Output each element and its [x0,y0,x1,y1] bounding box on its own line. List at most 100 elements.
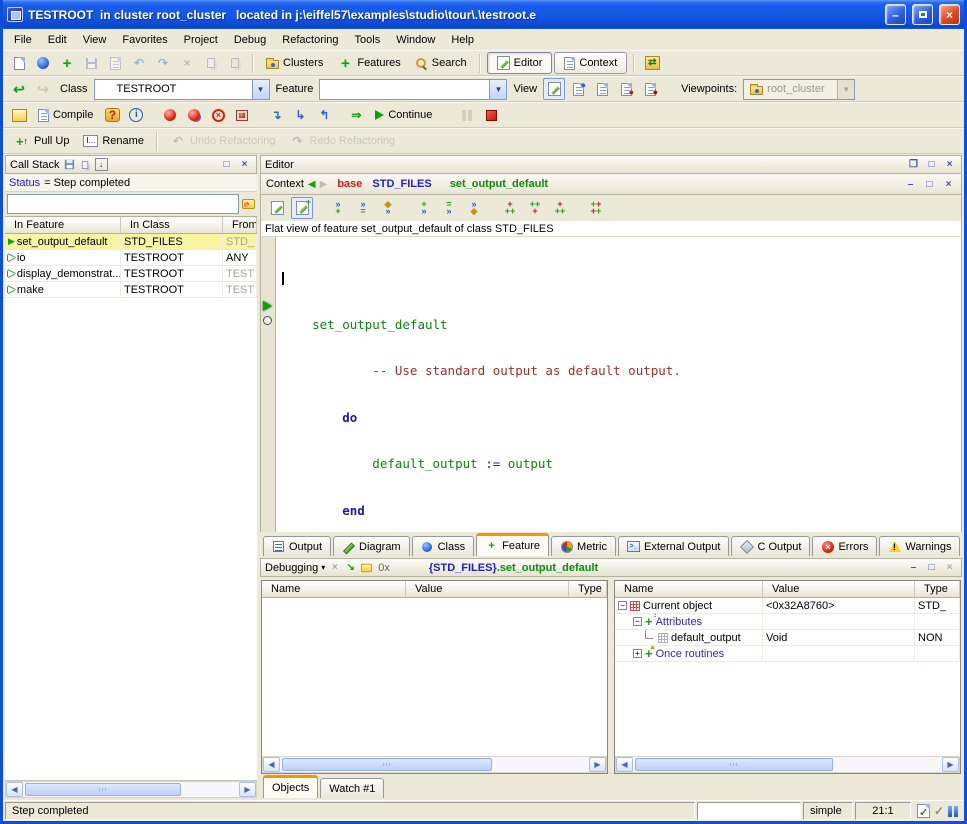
tab-class[interactable]: Class [412,536,475,556]
column-from[interactable]: From [223,217,257,233]
menu-refactoring[interactable]: Refactoring [274,31,346,49]
minimize-button[interactable]: – [885,4,906,25]
menu-tools[interactable]: Tools [347,31,389,49]
info-button[interactable]: i [125,104,147,126]
tab-diagram[interactable]: Diagram [333,536,410,556]
ancestors-view-button[interactable]: +++ [499,197,521,219]
call-stack-maximize-button[interactable]: □ [219,158,234,172]
new-expression-icon[interactable] [361,563,372,572]
breadcrumb-class[interactable]: STD_FILES [372,178,431,190]
forward-button[interactable]: ↪ [32,78,54,100]
suppliers-view-button[interactable]: ++++ [585,197,607,219]
rename-button[interactable]: I... Rename [77,132,149,150]
scroll-track[interactable] [23,782,239,797]
tab-watch-1[interactable]: Watch #1 [320,778,384,798]
objects-hscrollbar[interactable]: ◀ ▶ [615,756,960,773]
history-back-icon[interactable]: ◀ [308,179,316,190]
tab-metric[interactable]: Metric [551,536,616,556]
pause-button[interactable] [456,104,478,126]
scroll-right-icon[interactable]: ▶ [942,757,959,772]
discover-melt-button[interactable]: ? [101,104,123,126]
scroll-left-icon[interactable]: ◀ [616,757,633,772]
scroll-thumb[interactable] [25,783,181,796]
view-interface-button[interactable]: ● [639,78,661,100]
disable-breakpoints-button[interactable] [183,104,205,126]
debugging-minimize-button[interactable]: – [906,561,921,575]
class-combo-arrow-icon[interactable]: ▼ [252,80,269,99]
call-stack-filter-input[interactable] [7,194,239,214]
call-stack-row[interactable]: ▶io TESTROOT ANY [5,250,257,266]
scroll-left-icon[interactable]: ◀ [6,782,23,797]
menu-debug[interactable]: Debug [226,31,274,49]
tab-c-output[interactable]: C Output [731,536,810,556]
callers-view-button[interactable]: +» [413,197,435,219]
menu-project[interactable]: Project [176,31,226,49]
interface-view-button[interactable]: ◆» [377,197,399,219]
clients-view-button[interactable]: +++ [549,197,571,219]
view-contract-button[interactable]: ● [615,78,637,100]
menu-favorites[interactable]: Favorites [114,31,175,49]
breadcrumb-feature[interactable]: set_output_default [450,178,548,190]
column-in-feature[interactable]: In Feature [5,217,121,233]
feature-combo-arrow-icon[interactable]: ▼ [489,80,506,99]
object-tree-row[interactable]: −Current object <0x32A8760> STD_ [615,598,960,614]
enable-breakpoints-button[interactable] [159,104,181,126]
column-value[interactable]: Value [406,581,569,597]
save-all-button[interactable] [104,52,126,74]
new-button[interactable] [8,52,30,74]
stop-button[interactable] [480,104,502,126]
call-stack-hscrollbar[interactable]: ◀ ▶ [5,781,257,798]
hex-display-toggle[interactable]: 0x [378,562,390,574]
tab-feature[interactable]: +Feature [476,533,549,556]
step-into-button[interactable]: ↳ [289,104,311,126]
evaluate-expression-icon[interactable]: ↘ [344,561,357,574]
column-type[interactable]: Type [569,581,607,597]
column-name[interactable]: Name [615,581,763,597]
maximize-button[interactable] [912,4,933,25]
class-combo[interactable]: TESTROOT ▼ [94,79,270,100]
object-tree-row[interactable]: −+!Attributes [615,614,960,630]
show-breakpoints-button[interactable] [231,104,253,126]
back-button[interactable]: ↩ [8,78,30,100]
paste-button[interactable] [224,52,246,74]
undo-refactoring-button[interactable]: ↶ Undo Refactoring [164,130,282,152]
tab-objects[interactable]: Objects [263,775,318,798]
clusters-button[interactable]: Clusters [260,54,329,72]
clickable-view-button[interactable]: + [291,197,313,219]
object-tree-row[interactable]: ++▲Once routines [615,646,960,662]
step-out-button[interactable]: ↰ [313,104,335,126]
debugging-menu-dropdown-icon[interactable]: ▾ [321,563,325,572]
editor-toggle-button[interactable]: Editor [487,52,553,74]
save-call-stack-button[interactable] [63,158,76,171]
undo-button[interactable]: ↶ [128,52,150,74]
exception-bubble-icon[interactable] [242,199,255,209]
run-to-cursor-button[interactable]: ⇒ [345,104,367,126]
editor-close-button[interactable]: × [942,158,957,172]
stack-depth-button[interactable]: ↓ [95,158,108,171]
view-clickable-button[interactable]: ● [567,78,589,100]
scroll-left-icon[interactable]: ◀ [263,757,280,772]
breadcrumb-library[interactable]: base [337,178,362,190]
debugging-close-button[interactable]: × [942,561,957,575]
collapse-icon[interactable]: − [633,617,642,626]
add-button[interactable]: + [56,52,78,74]
copy-call-stack-button[interactable] [79,158,92,171]
column-name[interactable]: Name [262,581,406,597]
open-button[interactable] [32,52,54,74]
external-editor-button[interactable]: ⇄ [641,52,663,74]
tab-output[interactable]: Output [263,536,331,556]
menu-file[interactable]: File [6,31,40,49]
objects-body[interactable]: −Current object <0x32A8760> STD_ −+!Attr… [615,598,960,756]
debugging-maximize-button[interactable]: □ [924,561,939,575]
scroll-right-icon[interactable]: ▶ [589,757,606,772]
features-button[interactable]: + Features [331,52,406,74]
call-stack-row[interactable]: ▶display_demonstrat... TESTROOT TEST [5,266,257,282]
basic-text-view-button[interactable] [266,197,288,219]
assigners-view-button[interactable]: =» [438,197,460,219]
redo-refactoring-button[interactable]: ↷ Redo Refactoring [284,130,402,152]
tab-errors[interactable]: ×Errors [812,536,877,556]
redo-button[interactable]: ↷ [152,52,174,74]
close-button[interactable]: × [939,4,960,25]
locals-hscrollbar[interactable]: ◀ ▶ [262,756,607,773]
scroll-track[interactable] [280,757,589,772]
